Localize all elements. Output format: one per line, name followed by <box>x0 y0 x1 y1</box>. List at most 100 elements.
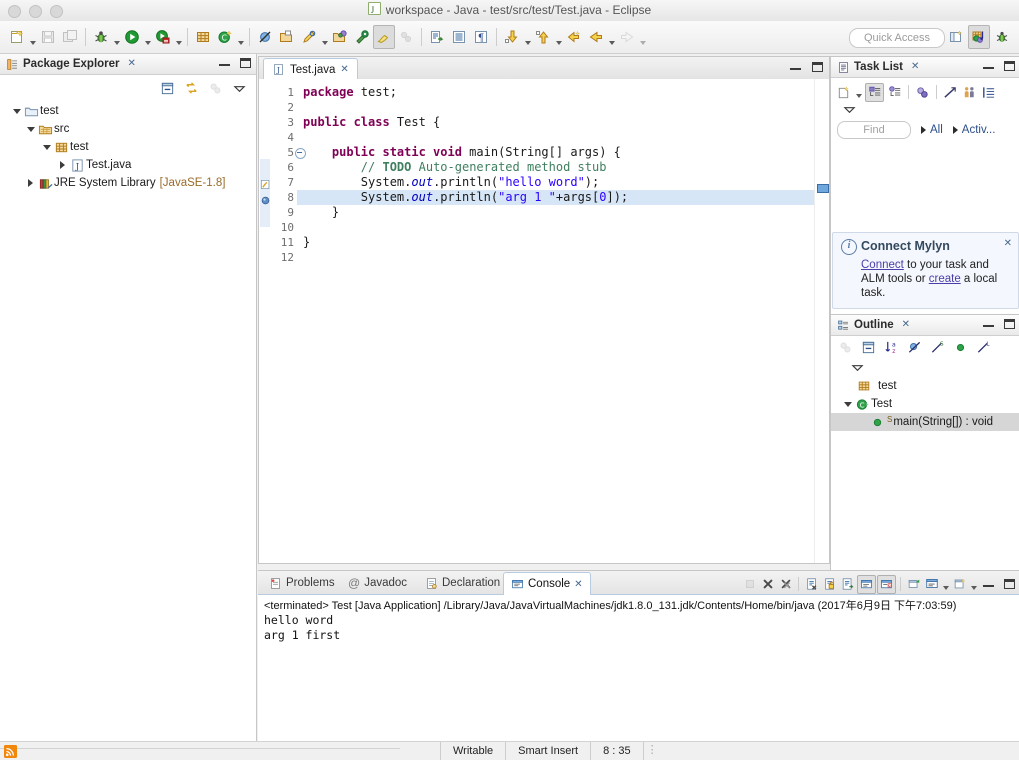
outline-item-main-method[interactable]: S main(String[]) : void <box>831 413 1019 431</box>
editor-code-area[interactable]: 1 2 3 4 5 6 7 8 9 10 11 12 package test;… <box>259 79 829 563</box>
debug-button[interactable] <box>90 25 112 49</box>
collapse-all-button[interactable] <box>980 84 997 101</box>
tab-javadoc[interactable]: @ Javadoc <box>341 572 414 594</box>
expand-arrow-icon[interactable] <box>24 127 37 132</box>
coverage-dropdown[interactable] <box>174 23 183 52</box>
maximize-icon[interactable] <box>240 58 251 68</box>
back-dropdown[interactable] <box>607 23 616 52</box>
back-button[interactable] <box>585 25 607 49</box>
feed-icon[interactable] <box>4 745 17 758</box>
connect-link[interactable]: Connect <box>861 259 904 271</box>
outline-tab[interactable]: Outline ✕ <box>831 315 1019 336</box>
overview-marker[interactable] <box>817 184 829 193</box>
tree-item-package-test[interactable]: test <box>0 138 256 156</box>
hide-static-button[interactable]: S <box>929 339 946 356</box>
previous-annotation-nav-button[interactable] <box>532 25 554 49</box>
minimize-icon[interactable] <box>219 60 230 66</box>
run-button[interactable] <box>121 25 143 49</box>
open-console-button[interactable] <box>951 576 968 593</box>
scroll-lock-button[interactable] <box>821 576 838 593</box>
minimize-icon[interactable] <box>790 64 801 70</box>
new-task-button[interactable] <box>835 84 852 101</box>
open-type-button[interactable] <box>276 25 298 49</box>
new-java-package-button[interactable] <box>192 25 214 49</box>
close-icon[interactable]: ✕ <box>902 315 910 335</box>
save-all-button[interactable] <box>59 25 81 49</box>
tab-declaration[interactable]: Declaration <box>418 572 507 594</box>
package-explorer-tab[interactable]: Package Explorer ✕ <box>0 54 256 75</box>
search-dropdown[interactable] <box>320 23 329 52</box>
close-icon[interactable]: ✕ <box>911 57 919 77</box>
outline-item-package-test[interactable]: test <box>831 377 1019 395</box>
new-task-dropdown[interactable] <box>854 81 863 103</box>
filter-active-arrow-icon[interactable] <box>953 126 958 134</box>
find-input[interactable]: Find <box>837 121 911 139</box>
toggle-block-selection-button[interactable] <box>448 25 470 49</box>
remove-all-terminated-button[interactable] <box>777 576 794 593</box>
display-selected-console-button[interactable] <box>923 576 940 593</box>
toggle-mylyn-button[interactable] <box>373 25 395 49</box>
next-annotation-button[interactable] <box>426 25 448 49</box>
previous-annotation-nav-dropdown[interactable] <box>554 23 563 52</box>
close-icon[interactable]: ✕ <box>574 579 582 590</box>
open-task-button[interactable] <box>329 25 351 49</box>
task-list-tab[interactable]: Task List ✕ <box>831 57 1019 78</box>
view-menu-button[interactable] <box>849 359 866 376</box>
filter-all-link[interactable]: All <box>930 124 943 136</box>
new-java-class-button[interactable]: C <box>214 25 236 49</box>
breakpoint-icon[interactable] <box>260 195 271 206</box>
collapse-all-button[interactable] <box>159 80 176 97</box>
view-menu-button[interactable] <box>231 80 248 97</box>
maximize-icon[interactable] <box>1004 61 1015 71</box>
open-console-dropdown[interactable] <box>969 573 978 595</box>
editor-overview-ruler[interactable] <box>814 79 829 563</box>
tab-problems[interactable]: Problems <box>262 572 342 594</box>
new-wizard-dropdown[interactable] <box>28 23 37 52</box>
save-button[interactable] <box>37 25 59 49</box>
minimize-icon[interactable] <box>983 581 994 587</box>
maximize-icon[interactable] <box>812 62 823 72</box>
maximize-icon[interactable] <box>1004 579 1015 589</box>
focus-on-workweek-button[interactable] <box>942 84 959 101</box>
filter-active-link[interactable]: Activ... <box>962 124 996 136</box>
status-more-icon[interactable]: ⋮ <box>643 742 662 760</box>
external-tools-button[interactable] <box>351 25 373 49</box>
new-wizard-button[interactable] <box>6 25 28 49</box>
create-link[interactable]: create <box>929 273 961 285</box>
synchronize-changed-button[interactable] <box>914 84 931 101</box>
word-wrap-button[interactable] <box>839 576 856 593</box>
pin-console-button[interactable] <box>905 576 922 593</box>
editor-source-code[interactable]: package test; public class Test { public… <box>297 79 814 563</box>
coverage-button[interactable] <box>152 25 174 49</box>
expand-arrow-icon[interactable] <box>10 109 23 114</box>
tab-console[interactable]: Console ✕ <box>503 572 591 595</box>
skip-breakpoints-button[interactable] <box>254 25 276 49</box>
scheduled-mode-button[interactable] <box>886 84 903 101</box>
link-with-editor-button[interactable] <box>183 80 200 97</box>
close-icon[interactable]: ✕ <box>340 64 348 75</box>
show-console-on-error-button[interactable] <box>877 575 896 594</box>
collapse-all-button[interactable] <box>860 339 877 356</box>
filter-all-arrow-icon[interactable] <box>921 126 926 134</box>
next-annotation-nav-button[interactable] <box>501 25 523 49</box>
new-java-class-dropdown[interactable] <box>236 23 245 52</box>
expand-arrow-icon[interactable] <box>841 402 854 407</box>
close-icon[interactable]: ✕ <box>1004 238 1012 249</box>
collapse-arrow-icon[interactable] <box>24 179 37 187</box>
tree-item-project-test[interactable]: test <box>0 102 256 120</box>
show-people-button[interactable] <box>961 84 978 101</box>
categorized-mode-button[interactable] <box>865 83 884 102</box>
hide-fields-button[interactable] <box>906 339 923 356</box>
collapse-arrow-icon[interactable] <box>56 161 69 169</box>
hide-local-types-button[interactable]: L <box>975 339 992 356</box>
tree-item-test-java[interactable]: J Test.java <box>0 156 256 174</box>
last-edit-location-button[interactable] <box>563 25 585 49</box>
clear-console-button[interactable] <box>803 576 820 593</box>
editor-tab-test-java[interactable]: J Test.java ✕ <box>263 58 358 80</box>
view-menu-button[interactable] <box>841 101 858 118</box>
maximize-icon[interactable] <box>1004 319 1015 329</box>
java-perspective-button[interactable] <box>968 25 990 49</box>
display-console-dropdown[interactable] <box>941 573 950 595</box>
remove-launch-button[interactable] <box>759 576 776 593</box>
minimize-icon[interactable] <box>983 321 994 327</box>
